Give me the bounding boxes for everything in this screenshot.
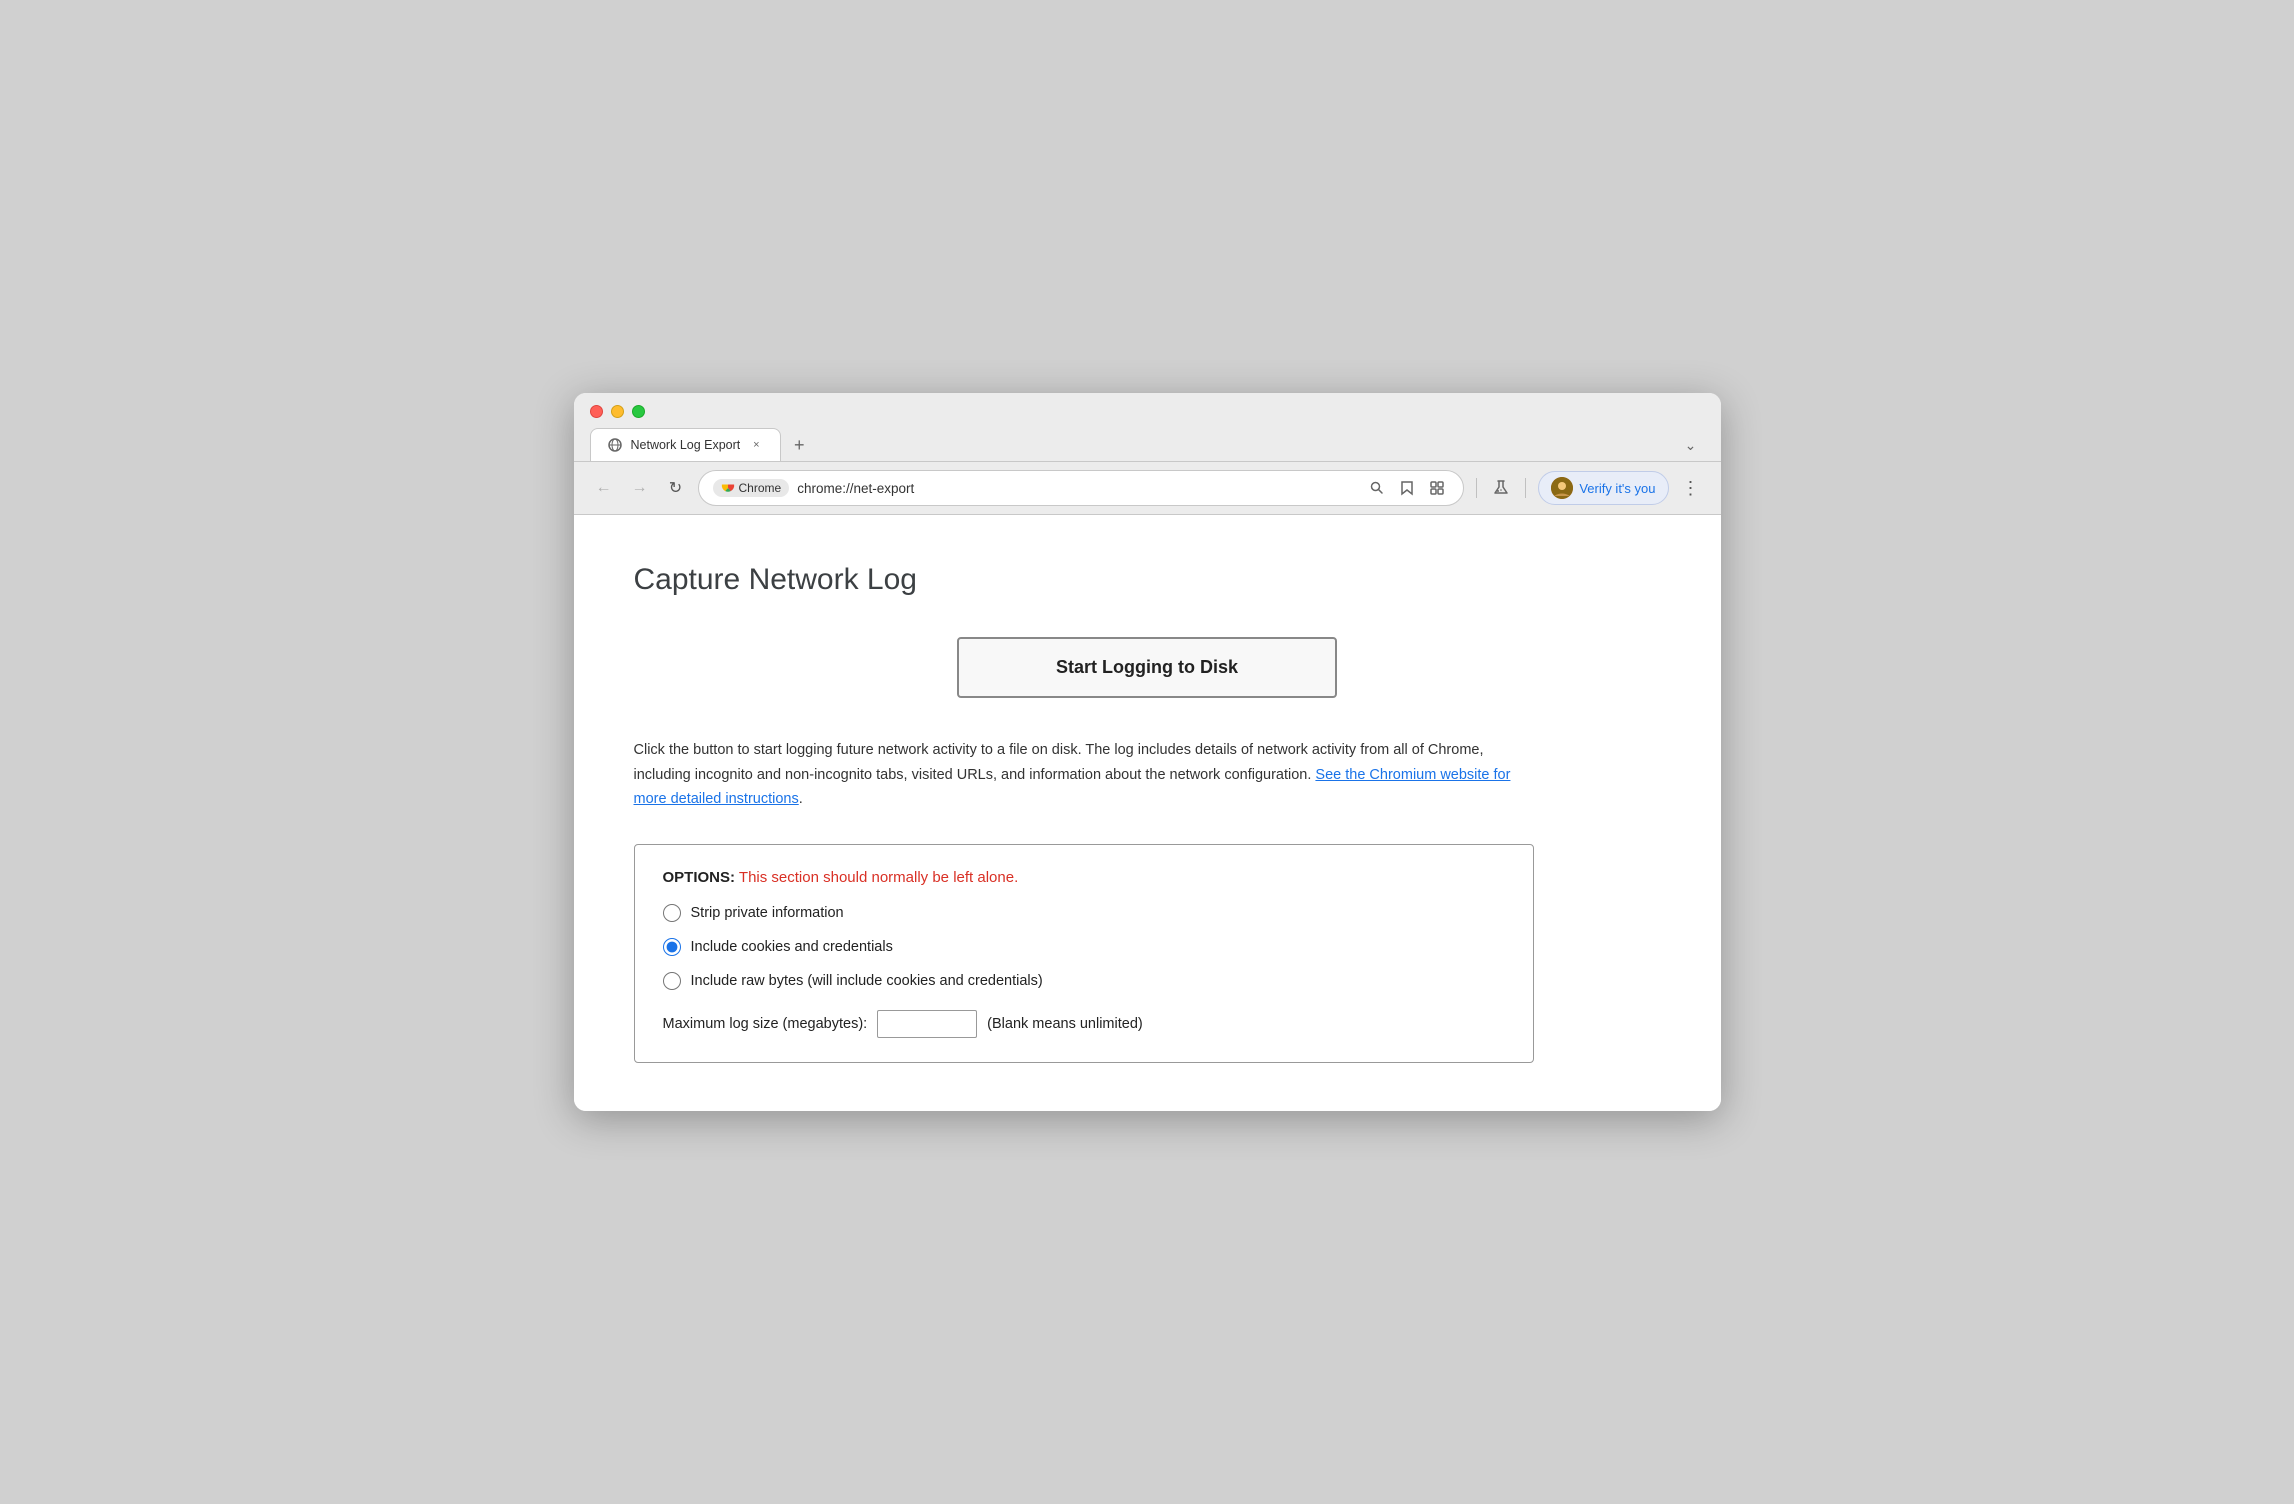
radio-cookies-input[interactable] bbox=[663, 938, 681, 956]
toolbar-divider bbox=[1525, 478, 1526, 498]
address-field[interactable]: Chrome chrome://net-export bbox=[698, 470, 1465, 506]
chrome-label: Chrome bbox=[739, 481, 782, 495]
tab-favicon bbox=[607, 437, 623, 453]
chrome-badge: Chrome bbox=[713, 479, 790, 497]
tab-title: Network Log Export bbox=[631, 438, 741, 452]
max-log-input[interactable] bbox=[877, 1010, 977, 1038]
options-header: OPTIONS: This section should normally be… bbox=[663, 869, 1505, 886]
radio-cookies[interactable]: Include cookies and credentials bbox=[663, 938, 1505, 956]
start-logging-button[interactable]: Start Logging to Disk bbox=[957, 637, 1337, 698]
radio-rawbytes-input[interactable] bbox=[663, 972, 681, 990]
radio-cookies-label: Include cookies and credentials bbox=[691, 939, 893, 955]
radio-rawbytes[interactable]: Include raw bytes (will include cookies … bbox=[663, 972, 1505, 990]
radio-strip[interactable]: Strip private information bbox=[663, 904, 1505, 922]
verify-button[interactable]: Verify it's you bbox=[1538, 471, 1668, 505]
minimize-button[interactable] bbox=[611, 405, 624, 418]
maximize-button[interactable] bbox=[632, 405, 645, 418]
page-content: Capture Network Log Start Logging to Dis… bbox=[574, 515, 1721, 1111]
new-tab-button[interactable]: + bbox=[785, 431, 813, 459]
reload-button[interactable]: ↻ bbox=[662, 474, 690, 502]
verify-label: Verify it's you bbox=[1579, 481, 1655, 496]
title-bar: Network Log Export × + ⌄ bbox=[574, 393, 1721, 462]
tab-close-button[interactable]: × bbox=[748, 437, 764, 453]
max-log-hint: (Blank means unlimited) bbox=[987, 1016, 1143, 1032]
address-bar-row: ← → ↻ Chrome chrome://net-export bbox=[574, 462, 1721, 515]
active-tab[interactable]: Network Log Export × bbox=[590, 428, 782, 461]
description-text: Click the button to start logging future… bbox=[634, 738, 1534, 812]
back-button[interactable]: ← bbox=[590, 474, 618, 502]
radio-strip-label: Strip private information bbox=[691, 905, 844, 921]
description-end: . bbox=[799, 791, 803, 807]
max-log-label: Maximum log size (megabytes): bbox=[663, 1016, 868, 1032]
radio-rawbytes-label: Include raw bytes (will include cookies … bbox=[691, 973, 1043, 989]
bookmark-icon[interactable] bbox=[1395, 476, 1419, 500]
traffic-lights bbox=[590, 405, 1705, 418]
radio-strip-input[interactable] bbox=[663, 904, 681, 922]
options-warning: This section should normally be left alo… bbox=[739, 869, 1018, 886]
tabs-row: Network Log Export × + ⌄ bbox=[590, 428, 1705, 461]
radio-group: Strip private information Include cookie… bbox=[663, 904, 1505, 990]
extension-icon[interactable] bbox=[1425, 476, 1449, 500]
address-url: chrome://net-export bbox=[797, 481, 1357, 496]
options-box: OPTIONS: This section should normally be… bbox=[634, 844, 1534, 1063]
browser-window: Network Log Export × + ⌄ ← → ↻ Chrome c bbox=[574, 393, 1721, 1111]
address-icons bbox=[1365, 476, 1449, 500]
user-avatar bbox=[1551, 477, 1573, 499]
search-icon[interactable] bbox=[1365, 476, 1389, 500]
menu-button[interactable]: ⋮ bbox=[1677, 474, 1705, 502]
close-button[interactable] bbox=[590, 405, 603, 418]
page-title: Capture Network Log bbox=[634, 563, 1661, 597]
options-label: OPTIONS: bbox=[663, 869, 736, 886]
max-log-row: Maximum log size (megabytes): (Blank mea… bbox=[663, 1010, 1505, 1038]
tab-expand-button[interactable]: ⌄ bbox=[1677, 431, 1705, 459]
forward-button[interactable]: → bbox=[626, 474, 654, 502]
address-divider bbox=[1476, 478, 1477, 498]
lab-icon[interactable] bbox=[1489, 476, 1513, 500]
